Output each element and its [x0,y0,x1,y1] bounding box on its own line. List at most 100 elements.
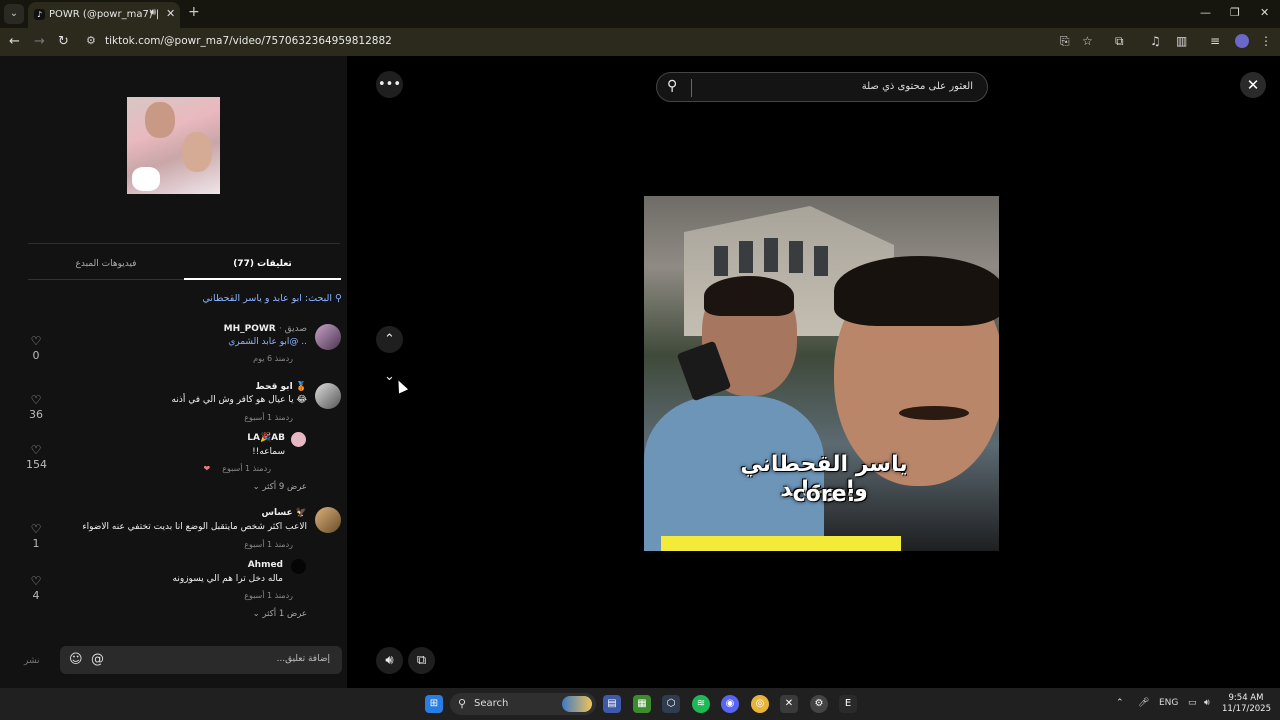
search-icon: ⚲ [335,293,342,304]
mouse-cursor [393,378,409,394]
related-search-bar[interactable]: ⚲ العثور على محتوى ذي صلة [656,72,988,102]
windows-taskbar: ⊞ ⚲ Search ▤ ▦ ⬡ ≋ ◉ ◎ ✕ ⚙ E ⌃ 🎤︎ ENG ▭ … [0,688,1280,720]
like-button[interactable]: ♡ 4 [26,574,46,602]
split-view-icon[interactable]: ▥ [1176,34,1187,48]
avatar[interactable] [315,507,341,533]
new-tab-button[interactable]: + [188,4,200,20]
reply-link[interactable]: رد [286,540,293,549]
comment-author[interactable]: Ahmed [248,560,283,570]
view-more-replies[interactable]: ⌄ عرض 1 أكثر [253,609,307,619]
system-clock[interactable]: 9:54 AM 11/17/2025 [1222,693,1271,715]
language-indicator[interactable]: ENG [1159,698,1178,708]
menu-icon[interactable]: ⋮ [1260,34,1272,48]
video-caption-line2: core: [792,482,856,507]
reply-link[interactable]: رد [286,591,293,600]
comment-time: منذ 1 أسبوع [244,591,286,600]
comment-time: منذ 1 أسبوع [244,540,286,549]
install-app-icon[interactable]: ⎘ [1060,34,1070,49]
address-bar[interactable]: ⚙ tiktok.com/@powr_ma7/video/75706323649… [80,31,1102,53]
close-window-button[interactable]: ✕ [1260,6,1269,19]
bookmark-star-icon[interactable]: ☆ [1082,34,1093,48]
back-arrow-icon[interactable]: ← [9,34,20,49]
forward-arrow-icon[interactable]: → [34,34,45,49]
reply-link[interactable]: رد [286,354,293,363]
avatar[interactable] [291,559,306,574]
close-tab-icon[interactable]: ✕ [166,7,175,20]
network-icon[interactable]: ▭ [1188,698,1197,708]
like-button[interactable]: ♡ 154 [26,443,47,471]
comment-author[interactable]: LA🎉AB [247,433,285,443]
chrome-icon[interactable]: ◎ [751,695,769,713]
like-count: 4 [32,589,40,602]
restore-button[interactable]: ❐ [1230,6,1240,19]
search-suggestion-link[interactable]: البحث: ابو عابد و ياسر القحطاني ⚲ [160,293,342,304]
like-button[interactable]: ♡ 36 [26,393,46,421]
chevron-up-icon: ⌃ [384,332,395,347]
emoji-icon[interactable]: ☺ [69,652,83,667]
pip-button[interactable]: ⧉ [408,647,435,674]
like-count: 1 [32,537,40,550]
epic-games-icon[interactable]: E [839,695,857,713]
comment-placeholder: ...إضافة تعليق [276,654,330,664]
taskbar-search-label: Search [474,698,509,709]
comment-meta: ردمنذ 1 أسبوع [244,591,307,600]
divider [28,243,340,244]
clock-date: 11/17/2025 [1222,704,1271,714]
avatar[interactable] [315,383,341,409]
like-count: 0 [32,349,40,362]
settings-gear-icon[interactable]: ⚙ [810,695,828,713]
clock-time: 9:54 AM [1228,693,1264,703]
comment-meta: ردمنذ 1 أسبوع [244,413,307,422]
browser-tab[interactable]: ♪ POWR (@powr_ma7) | TikTok 🔊︎ ✕ [28,2,180,28]
reply-link[interactable]: رد [264,464,271,473]
file-explorer-icon[interactable]: ▤ [603,695,621,713]
close-video-button[interactable]: ✕ [1240,72,1266,98]
tab-comments[interactable]: (77) تعليقات [184,259,341,269]
tab-title: POWR (@powr_ma7) | TikTok [49,9,159,20]
mention-icon[interactable]: @ [91,652,104,667]
minecraft-icon[interactable]: ▦ [633,695,651,713]
volume-button[interactable]: 🔊︎ [376,647,403,674]
windows-start-icon[interactable]: ⊞ [425,695,443,713]
video-player[interactable]: ⚲ العثور على محتوى ذي صلة ياسر القحطاني … [644,58,999,688]
site-info-icon[interactable]: ⚙ [86,34,96,47]
extensions-icon[interactable]: ⧉ [1115,34,1124,49]
like-button[interactable]: ♡ 0 [26,334,46,362]
comment-author[interactable]: عساس 🦅 [262,508,307,518]
video-thumbnail[interactable] [127,97,220,194]
chevron-up-icon[interactable]: ⌃ [1116,698,1124,708]
previous-video-button[interactable]: ⌃ [376,326,403,353]
reading-list-icon[interactable]: ≡ [1210,34,1220,48]
video-frame: ياسر القحطاني وابوعابد core: [644,196,999,551]
minimize-button[interactable]: — [1200,6,1211,19]
microphone-icon[interactable]: 🎤︎ [1138,698,1149,708]
xbox-icon[interactable]: ✕ [780,695,798,713]
media-icon[interactable]: ♫ [1150,34,1161,48]
comment-author[interactable]: MH_POWR · صديق [224,324,307,334]
comment-author[interactable]: ابو قحط 🥉 [255,382,307,392]
yellow-banner [661,536,901,551]
discord-icon[interactable]: ◉ [721,695,739,713]
like-count: 36 [29,408,43,421]
avatar[interactable] [291,432,306,447]
tab-search-button[interactable]: ⌄ [4,4,24,24]
volume-icon[interactable]: 🔊︎ [1204,698,1210,708]
post-button[interactable]: نشر [24,656,40,666]
reply-link[interactable]: رد [286,413,293,422]
search-icon: ⚲ [667,78,678,94]
comment-input[interactable]: ☺ @ ...إضافة تعليق [60,646,342,674]
more-options-button[interactable]: ••• [376,71,403,98]
avatar[interactable] [315,324,341,350]
comment-text: الاعب اكثر شخص مايتقبل الوضع انا بديت تخ… [82,522,307,532]
view-more-replies[interactable]: ⌄ عرض 9 أكثر [253,482,307,492]
comment-text: ابو عابد الشمري@ .. [228,337,307,347]
taskbar-search[interactable]: ⚲ Search [450,693,596,715]
profile-avatar[interactable] [1235,34,1249,48]
reload-icon[interactable]: ↻ [58,34,69,49]
like-button[interactable]: ♡ 1 [26,522,46,550]
speaker-icon[interactable]: 🔊︎ [150,7,156,18]
comment-time: منذ 1 أسبوع [244,413,286,422]
tab-creator-videos[interactable]: فيديوهات المبدع [28,259,184,269]
spotify-icon[interactable]: ≋ [692,695,710,713]
app-cube-icon[interactable]: ⬡ [662,695,680,713]
